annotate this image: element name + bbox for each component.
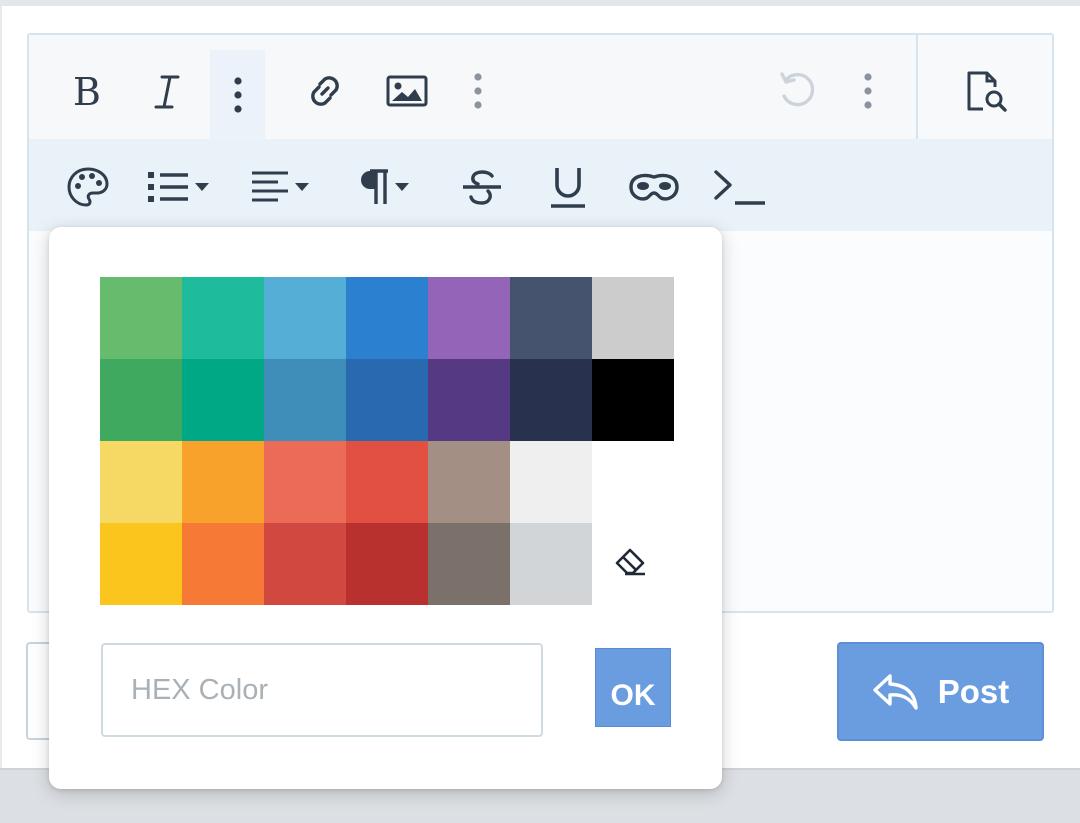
mask-icon [629, 173, 679, 201]
image-icon [386, 75, 428, 107]
vertical-dots-icon [233, 77, 242, 113]
text-color-button[interactable] [60, 160, 116, 214]
align-left-icon [252, 171, 288, 202]
more-insert-options-button[interactable] [462, 62, 494, 120]
color-swatch[interactable] [428, 277, 510, 359]
color-swatch[interactable] [346, 359, 428, 441]
undo-icon [780, 72, 815, 107]
color-picker-popup: OK [49, 227, 722, 789]
code-button[interactable] [708, 160, 772, 214]
underline-icon [551, 168, 585, 208]
preview-button[interactable] [955, 62, 1015, 120]
document-search-icon [967, 71, 1007, 112]
color-swatch[interactable] [592, 277, 674, 359]
clear-color-button[interactable] [590, 521, 672, 603]
color-swatch[interactable] [346, 441, 428, 523]
color-swatch[interactable] [510, 359, 592, 441]
color-swatch[interactable] [182, 441, 264, 523]
terminal-icon [714, 170, 765, 205]
paragraph-dropdown-button[interactable] [346, 160, 422, 214]
chevron-down-icon [395, 183, 409, 191]
color-swatch[interactable] [510, 277, 592, 359]
color-swatch[interactable] [182, 359, 264, 441]
link-button[interactable] [298, 62, 352, 120]
post-button[interactable]: Post [837, 642, 1044, 741]
align-dropdown-button[interactable] [240, 160, 320, 214]
color-swatch[interactable] [428, 523, 510, 605]
hex-color-input[interactable] [101, 643, 543, 737]
strikethrough-button[interactable] [454, 160, 510, 214]
color-swatch[interactable] [428, 359, 510, 441]
bold-button[interactable]: B [60, 58, 114, 126]
color-swatch[interactable] [510, 441, 592, 523]
chevron-down-icon [195, 183, 209, 191]
chevron-down-icon [295, 183, 309, 191]
list-icon [148, 172, 188, 202]
undo-button[interactable] [770, 62, 824, 120]
color-swatch[interactable] [100, 277, 182, 359]
reply-icon [873, 673, 918, 710]
color-swatch[interactable] [264, 359, 346, 441]
color-swatch[interactable] [346, 277, 428, 359]
vertical-dots-icon [474, 73, 482, 109]
color-swatch[interactable] [100, 523, 182, 605]
post-button-label: Post [937, 672, 1010, 710]
color-swatch[interactable] [100, 441, 182, 523]
underline-button[interactable] [540, 160, 596, 214]
color-swatch[interactable] [346, 523, 428, 605]
color-swatch[interactable] [428, 441, 510, 523]
svg-text:B: B [73, 72, 101, 112]
image-button[interactable] [380, 62, 434, 120]
color-swatch[interactable] [100, 359, 182, 441]
color-swatch[interactable] [592, 359, 674, 441]
color-swatch[interactable] [264, 277, 346, 359]
more-options-button[interactable] [852, 62, 884, 120]
palette-icon [67, 167, 109, 207]
italic-icon [154, 75, 180, 109]
color-swatch[interactable] [264, 441, 346, 523]
color-swatch[interactable] [182, 277, 264, 359]
link-icon [311, 76, 339, 106]
paragraph-icon [361, 169, 388, 204]
color-swatch-grid [100, 277, 674, 605]
spoiler-button[interactable] [624, 160, 684, 214]
color-swatch[interactable] [182, 523, 264, 605]
color-swatch[interactable] [264, 523, 346, 605]
ok-button[interactable]: OK [595, 648, 671, 727]
more-text-options-button[interactable] [210, 50, 265, 140]
eraser-icon [615, 548, 645, 576]
vertical-dots-icon [864, 73, 872, 109]
list-dropdown-button[interactable] [138, 160, 218, 214]
color-swatch[interactable] [510, 523, 592, 605]
bold-icon: B [73, 72, 101, 112]
italic-button[interactable] [140, 58, 194, 126]
strikethrough-icon [463, 170, 501, 205]
